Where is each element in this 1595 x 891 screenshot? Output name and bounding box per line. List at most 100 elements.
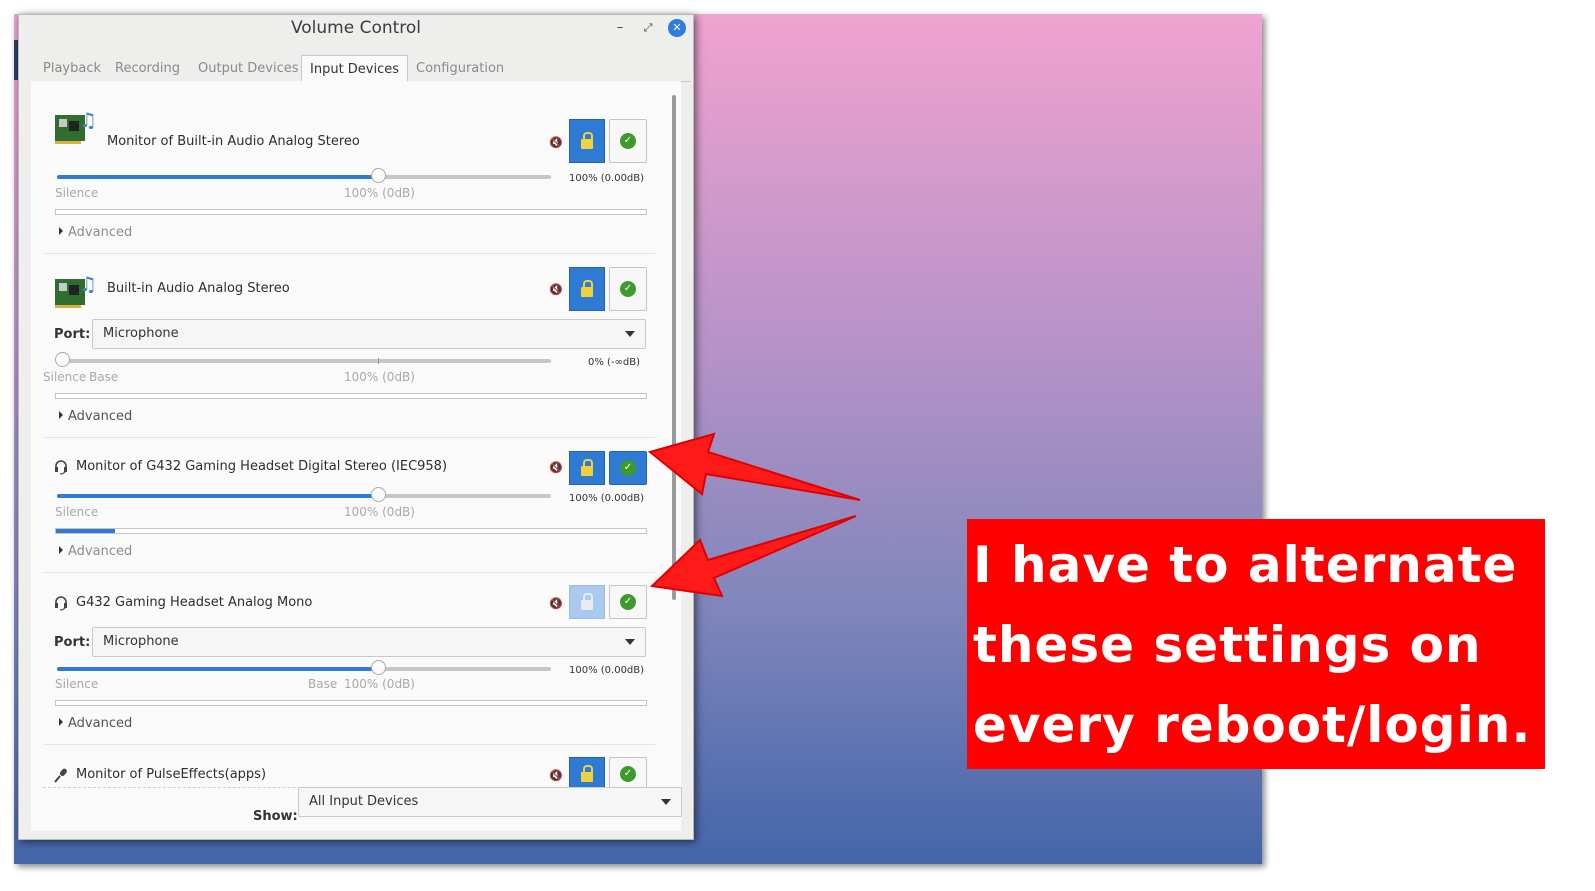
volume-readout: 100% (0.00dB) [569, 493, 645, 504]
set-default-button[interactable]: ✓ [609, 585, 647, 619]
advanced-expander[interactable]: Advanced [59, 225, 132, 240]
annotation-callout: I have to alternate these settings on ev… [967, 519, 1545, 769]
volume-readout: 100% (0.00dB) [569, 665, 645, 676]
lock-icon [581, 764, 593, 782]
scale-base: Base [89, 370, 119, 384]
volume-slider-knob[interactable] [371, 660, 387, 675]
maximize-button[interactable]: ⤢ [639, 19, 657, 37]
advanced-label: Advanced [68, 716, 133, 731]
show-label: Show: [253, 809, 298, 824]
scale-100: 100% (0dB) [344, 505, 415, 519]
show-filter-select[interactable]: All Input Devices [298, 787, 682, 817]
annotation-line: every reboot/login. [973, 696, 1532, 754]
annotation-text: I have to alternate these settings on ev… [973, 525, 1531, 765]
lock-channels-button[interactable] [569, 451, 605, 485]
check-icon: ✓ [620, 133, 636, 149]
annotation-line: these settings on [973, 616, 1482, 674]
volume-slider[interactable] [55, 352, 551, 367]
check-icon: ✓ [620, 766, 636, 782]
set-default-button[interactable]: ✓ [609, 119, 647, 163]
microphone-icon [54, 768, 67, 783]
mute-icon[interactable]: 🔇 [549, 461, 563, 474]
scale-100: 100% (0dB) [344, 186, 415, 200]
lock-channels-button[interactable] [569, 119, 605, 163]
annotation-line: I have to alternate [973, 536, 1518, 594]
peak-meter [55, 528, 647, 534]
sound-card-icon: ♫ [55, 272, 97, 308]
set-default-button[interactable]: ✓ [609, 267, 647, 311]
lock-icon [581, 458, 593, 476]
scale-base: Base [308, 677, 338, 691]
port-label: Port: [54, 327, 91, 342]
sound-card-icon: ♫ [55, 108, 97, 144]
mute-icon[interactable]: 🔇 [549, 597, 563, 610]
lock-icon [581, 279, 593, 297]
volume-slider-fill [57, 494, 379, 498]
scale-silence: Silence [43, 370, 87, 384]
tab-configuration[interactable]: Configuration [408, 55, 512, 81]
volume-readout: 0% (-∞dB) [588, 357, 640, 368]
expander-arrow-icon [59, 546, 63, 554]
chevron-down-icon [625, 331, 635, 337]
lock-channels-button[interactable] [569, 585, 605, 619]
tab-recording[interactable]: Recording [107, 55, 188, 81]
set-default-button[interactable]: ✓ [609, 757, 647, 791]
scale-silence: Silence [55, 677, 99, 691]
volume-slider-knob[interactable] [55, 352, 70, 367]
volume-slider[interactable] [57, 660, 551, 675]
port-label: Port: [54, 635, 91, 650]
mute-icon[interactable]: 🔇 [549, 136, 563, 149]
advanced-expander[interactable]: Advanced [59, 409, 132, 424]
advanced-label: Advanced [68, 409, 133, 424]
device-list-panel: ♫ Monitor of Built-in Audio Analog Stere… [31, 81, 681, 791]
device-name: Monitor of G432 Gaming Headset Digital S… [76, 459, 448, 474]
mute-icon[interactable]: 🔇 [549, 769, 563, 782]
svg-text:♫: ♫ [79, 272, 97, 296]
volume-slider-knob[interactable] [371, 487, 387, 502]
port-select[interactable]: Microphone [92, 319, 646, 349]
device-name: Built-in Audio Analog Stereo [107, 281, 290, 296]
footer-bar: Show: All Input Devices [31, 787, 682, 831]
expander-arrow-icon [59, 718, 63, 726]
set-default-button[interactable]: ✓ [609, 451, 647, 485]
volume-slider[interactable] [57, 487, 551, 502]
headset-icon [55, 460, 67, 475]
device-name: Monitor of PulseEffects(apps) [76, 767, 267, 782]
advanced-expander[interactable]: Advanced [59, 716, 132, 731]
titlebar[interactable]: Volume Control – ⤢ ✕ [19, 15, 693, 43]
tick-100 [378, 358, 379, 364]
lock-channels-button[interactable] [569, 757, 605, 791]
device-name: Monitor of Built-in Audio Analog Stereo [107, 134, 360, 149]
scrollbar[interactable] [672, 95, 676, 600]
check-icon: ✓ [620, 460, 636, 476]
peak-meter [55, 209, 647, 215]
advanced-expander[interactable]: Advanced [59, 544, 132, 559]
port-select[interactable]: Microphone [92, 627, 646, 657]
volume-slider[interactable] [57, 168, 551, 183]
headset-icon [55, 596, 67, 611]
tab-bar: Playback Recording Output Devices Input … [31, 55, 691, 82]
scale-silence: Silence [55, 186, 99, 200]
expander-arrow-icon [59, 411, 63, 419]
mute-icon[interactable]: 🔇 [549, 283, 563, 296]
tab-input-devices[interactable]: Input Devices [301, 55, 409, 82]
separator [43, 437, 655, 438]
peak-meter-fill [56, 529, 115, 533]
volume-readout: 100% (0.00dB) [569, 173, 645, 184]
volume-slider-knob[interactable] [371, 168, 387, 183]
separator [43, 744, 655, 745]
scale-100: 100% (0dB) [344, 677, 415, 691]
check-icon: ✓ [620, 594, 636, 610]
port-select-value: Microphone [103, 326, 179, 341]
lock-channels-button[interactable] [569, 267, 605, 311]
close-button[interactable]: ✕ [668, 19, 686, 37]
tab-playback[interactable]: Playback [35, 55, 109, 81]
window-title: Volume Control [290, 18, 422, 38]
peak-meter [55, 393, 647, 399]
port-select-value: Microphone [103, 634, 179, 649]
chevron-down-icon [625, 639, 635, 645]
tab-output-devices[interactable]: Output Devices [190, 55, 307, 81]
check-icon: ✓ [620, 281, 636, 297]
minimize-button[interactable]: – [611, 19, 629, 37]
svg-text:♫: ♫ [79, 108, 97, 132]
